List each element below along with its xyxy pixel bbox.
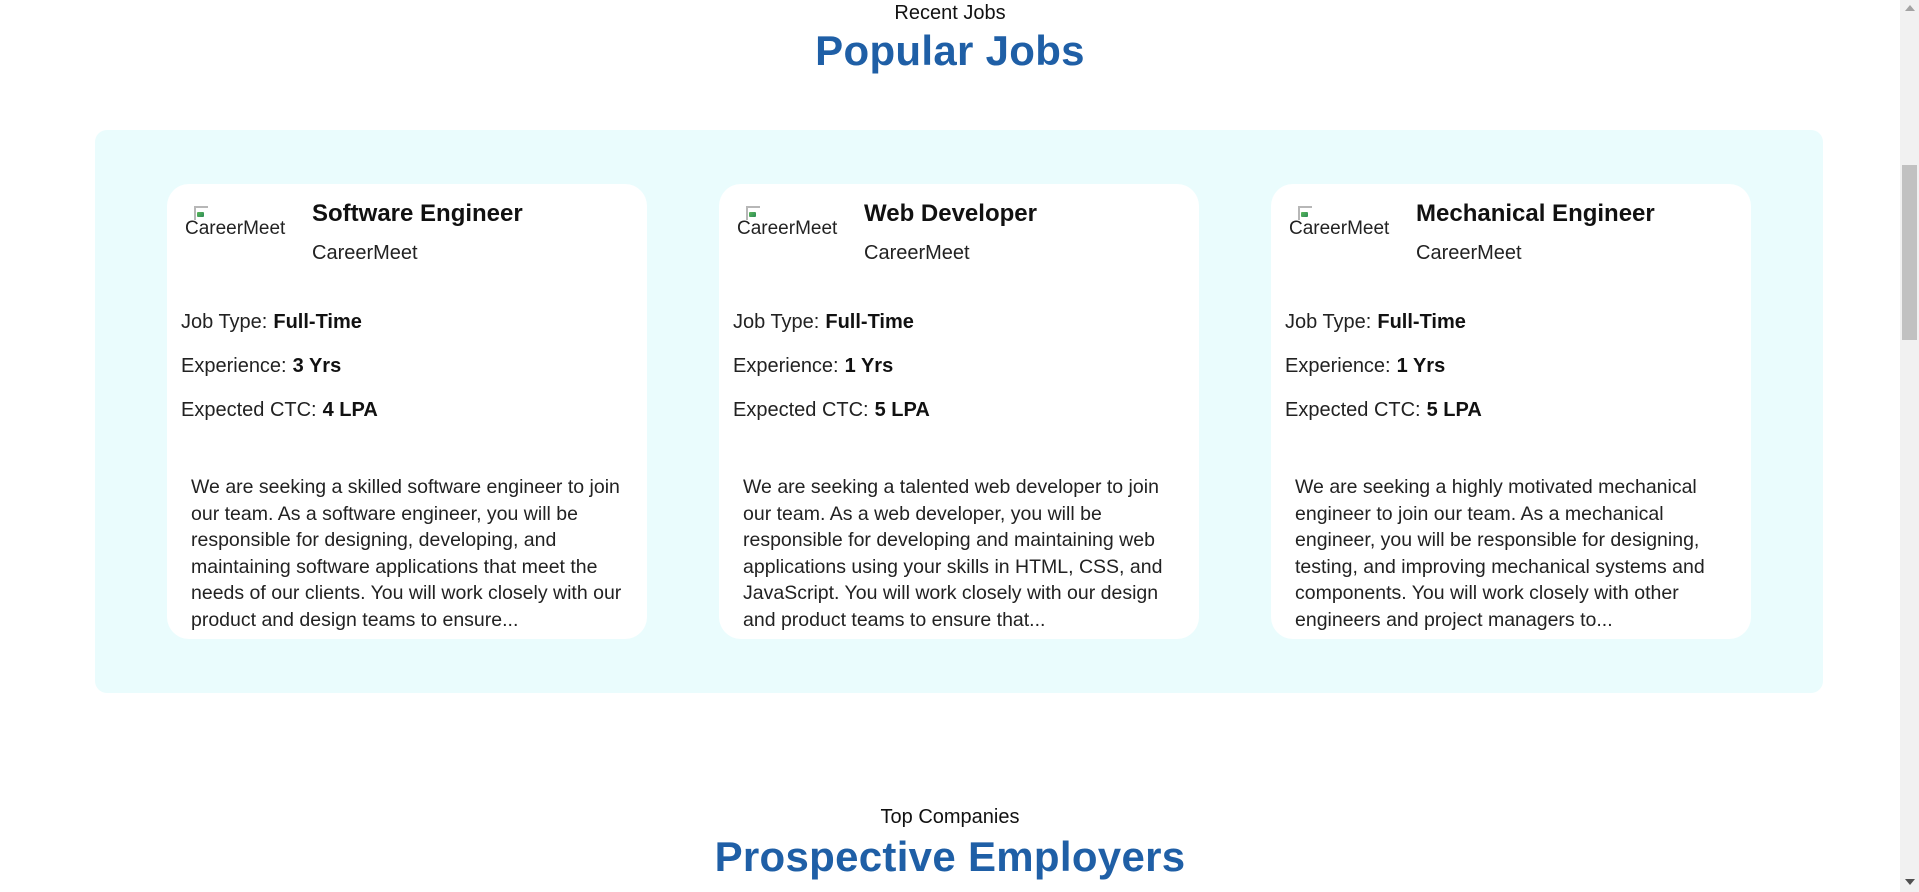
experience-label: Experience: [733, 355, 839, 377]
company-name: CareerMeet [1416, 242, 1522, 264]
company-logo-alt: CareerMeet [737, 218, 838, 239]
ctc-value: 5 LPA [874, 399, 930, 421]
triangle-up-icon[interactable] [1905, 5, 1915, 11]
job-title[interactable]: Mechanical Engineer [1416, 200, 1655, 228]
experience-label: Experience: [181, 355, 287, 377]
company-logo[interactable]: CareerMeet [185, 204, 297, 244]
triangle-down-icon[interactable] [1905, 879, 1915, 885]
job-type-value: Full-Time [825, 311, 914, 333]
company-logo[interactable]: CareerMeet [1289, 204, 1401, 244]
job-type-value: Full-Time [273, 311, 362, 333]
top-companies-header: Top Companies Prospective Employers [0, 806, 1900, 881]
ctc-value: 5 LPA [1426, 399, 1482, 421]
job-card-software-engineer[interactable]: CareerMeet Software Engineer CareerMeet … [167, 184, 647, 639]
company-logo[interactable]: CareerMeet [737, 204, 849, 244]
popular-jobs-title: Popular Jobs [815, 27, 1085, 74]
ctc-label: Expected CTC: [1285, 399, 1421, 421]
job-card-web-developer[interactable]: CareerMeet Web Developer CareerMeet Job … [719, 184, 1199, 639]
jobs-panel: CareerMeet Software Engineer CareerMeet … [95, 130, 1823, 693]
ctc-label: Expected CTC: [181, 399, 317, 421]
ctc-value: 4 LPA [322, 399, 378, 421]
page: Recent Jobs Popular Jobs CareerMeet Soft… [0, 0, 1900, 892]
ctc-row: Expected CTC: 5 LPA [733, 399, 930, 422]
job-type-label: Job Type: [733, 311, 820, 333]
job-description: We are seeking a skilled software engine… [191, 476, 622, 631]
job-description: We are seeking a highly motivated mechan… [1295, 476, 1705, 631]
job-type-row: Job Type: Full-Time [733, 311, 914, 334]
recent-jobs-header: Recent Jobs Popular Jobs [0, 2, 1900, 75]
company-name: CareerMeet [312, 242, 418, 264]
scrollbar-thumb[interactable] [1902, 165, 1917, 340]
job-type-label: Job Type: [1285, 311, 1372, 333]
job-description: We are seeking a talented web developer … [743, 476, 1163, 631]
experience-row: Experience: 1 Yrs [1285, 355, 1445, 378]
ctc-row: Expected CTC: 4 LPA [181, 399, 378, 422]
experience-value: 1 Yrs [844, 355, 894, 377]
job-type-row: Job Type: Full-Time [1285, 311, 1466, 334]
recent-jobs-eyebrow: Recent Jobs [894, 2, 1006, 24]
ctc-label: Expected CTC: [733, 399, 869, 421]
job-title[interactable]: Web Developer [864, 200, 1037, 228]
experience-value: 1 Yrs [1396, 355, 1446, 377]
experience-row: Experience: 3 Yrs [181, 355, 341, 378]
job-type-row: Job Type: Full-Time [181, 311, 362, 334]
experience-label: Experience: [1285, 355, 1391, 377]
ctc-row: Expected CTC: 5 LPA [1285, 399, 1482, 422]
top-companies-eyebrow: Top Companies [880, 806, 1020, 828]
prospective-employers-title: Prospective Employers [714, 833, 1186, 880]
job-type-value: Full-Time [1377, 311, 1466, 333]
job-type-label: Job Type: [181, 311, 268, 333]
job-card-mechanical-engineer[interactable]: CareerMeet Mechanical Engineer CareerMee… [1271, 184, 1751, 639]
job-title[interactable]: Software Engineer [312, 200, 523, 228]
vertical-scrollbar[interactable] [1900, 0, 1919, 892]
company-name: CareerMeet [864, 242, 970, 264]
company-logo-alt: CareerMeet [185, 218, 286, 239]
experience-value: 3 Yrs [292, 355, 342, 377]
experience-row: Experience: 1 Yrs [733, 355, 893, 378]
company-logo-alt: CareerMeet [1289, 218, 1390, 239]
